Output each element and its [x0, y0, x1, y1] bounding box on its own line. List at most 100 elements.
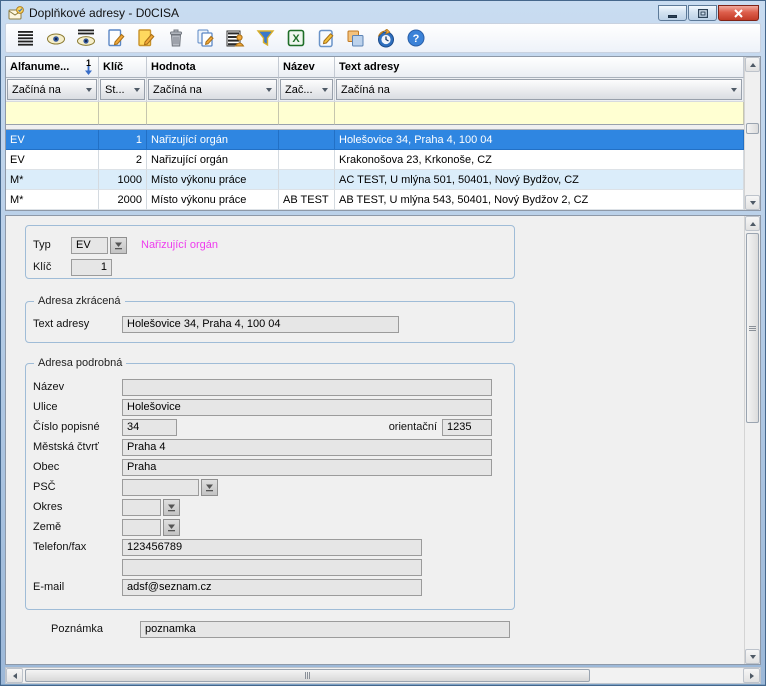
- detail-form: Typ EV Nařizující orgán Klíč 1 Adresa zk…: [6, 216, 744, 664]
- filter-entry-cell[interactable]: [6, 102, 99, 125]
- horizontal-scroll-thumb[interactable]: [25, 669, 590, 682]
- typ-field[interactable]: EV: [71, 237, 108, 254]
- close-button[interactable]: [718, 5, 759, 21]
- menu-button[interactable]: [15, 27, 36, 49]
- filter-button[interactable]: [255, 27, 276, 49]
- titlebar: Doplňkové adresy - D0CISA: [5, 1, 761, 23]
- delete-record-button[interactable]: [165, 27, 186, 49]
- column-header-alfanume[interactable]: Alfanume... 1: [6, 57, 99, 78]
- zeme-field[interactable]: [122, 519, 161, 536]
- cislo-popisne-field[interactable]: 34: [122, 419, 177, 436]
- filter-entry-cell[interactable]: [147, 102, 279, 125]
- detail-vertical-scrollbar[interactable]: [744, 216, 760, 664]
- window: Doplňkové adresy - D0CISA X ? Alfanume..…: [0, 0, 766, 686]
- preview-columns-button[interactable]: [75, 27, 96, 49]
- copy-record-button[interactable]: [195, 27, 216, 49]
- scrollbar-grip: [747, 234, 758, 422]
- column-header-klic[interactable]: Klíč: [99, 57, 147, 78]
- mestska-ctvrt-field[interactable]: Praha 4: [122, 439, 492, 456]
- edit-note-icon: [317, 29, 335, 48]
- poznamka-label: Poznámka: [51, 623, 140, 635]
- short-address-group: Adresa zkrácená Text adresy Holešovice 3…: [25, 301, 515, 343]
- filter-dropdown-alfanume[interactable]: Začíná na: [7, 79, 97, 100]
- filter-label: Začíná na: [341, 84, 390, 96]
- left-arrow-icon: [13, 673, 17, 679]
- klic-field[interactable]: 1: [71, 259, 112, 276]
- email-field[interactable]: adsf@seznam.cz: [122, 579, 422, 596]
- typ-dropdown-button[interactable]: [110, 237, 127, 254]
- horizontal-scrollbar[interactable]: [5, 667, 761, 684]
- table-row[interactable]: EV 1 Nařizující orgán Holešovice 34, Pra…: [6, 130, 744, 150]
- column-header-text-adresy[interactable]: Text adresy: [335, 57, 744, 78]
- filter-entry-cell[interactable]: [335, 102, 744, 125]
- preview-icon: [46, 29, 66, 47]
- detail-scroll-down-button[interactable]: [745, 649, 760, 664]
- down-arrow-icon: [750, 201, 756, 205]
- preview-button[interactable]: [45, 27, 66, 49]
- filter-dropdown-klic[interactable]: St...: [100, 79, 145, 100]
- okres-field[interactable]: [122, 499, 161, 516]
- psc-field[interactable]: [122, 479, 199, 496]
- grid-filter-entry-row: [6, 102, 744, 125]
- close-icon: [734, 9, 743, 18]
- psc-label: PSČ: [33, 481, 122, 493]
- filter-cell: Začíná na: [147, 78, 279, 102]
- user-filter-button[interactable]: [225, 27, 246, 49]
- dropdown-arrow-icon: [114, 241, 123, 250]
- ulice-field[interactable]: Holešovice: [122, 399, 492, 416]
- grid-scroll-down-button[interactable]: [745, 195, 760, 210]
- type-group: Typ EV Nařizující orgán Klíč 1: [25, 225, 515, 279]
- table-row[interactable]: M* 1000 Místo výkonu práce AC TEST, U ml…: [6, 170, 744, 190]
- grid-header-row: Alfanume... 1 Klíč Hodnota Název Text ad…: [6, 57, 744, 78]
- okres-label: Okres: [33, 501, 122, 513]
- detail-scroll-up-button[interactable]: [745, 216, 760, 231]
- edit-record-button[interactable]: [135, 27, 156, 49]
- filter-entry-cell[interactable]: [99, 102, 147, 125]
- chevron-down-icon: [134, 88, 140, 92]
- column-header-hodnota[interactable]: Hodnota: [147, 57, 279, 78]
- filter-cell: St...: [99, 78, 147, 102]
- window-controls: [658, 3, 759, 21]
- cislo-popisne-label: Číslo popisné: [33, 421, 122, 433]
- layout-copy-icon: [346, 29, 365, 48]
- minimize-button[interactable]: [658, 5, 687, 21]
- toolbar: X ?: [5, 23, 761, 53]
- okres-dropdown-button[interactable]: [163, 499, 180, 516]
- grid-vertical-scrollbar[interactable]: [744, 57, 760, 210]
- column-header-nazev[interactable]: Název: [279, 57, 335, 78]
- help-button[interactable]: ?: [405, 27, 426, 49]
- orientacni-label: orientační: [389, 421, 437, 433]
- telefon-field[interactable]: 123456789: [122, 539, 422, 556]
- orientacni-field[interactable]: 1235: [442, 419, 492, 436]
- grid-scroll-thumb[interactable]: [746, 123, 759, 134]
- zeme-dropdown-button[interactable]: [163, 519, 180, 536]
- filter-dropdown-hodnota[interactable]: Začíná na: [148, 79, 277, 100]
- detail-scroll-thumb[interactable]: [746, 233, 759, 423]
- poznamka-field[interactable]: poznamka: [140, 621, 510, 638]
- fax-field[interactable]: [122, 559, 422, 576]
- filter-dropdown-text-adresy[interactable]: Začíná na: [336, 79, 742, 100]
- text-adresy-field[interactable]: Holešovice 34, Praha 4, 100 04: [122, 316, 399, 333]
- table-row[interactable]: M* 2000 Místo výkonu práce AB TEST AB TE…: [6, 190, 744, 210]
- history-button[interactable]: [375, 27, 396, 49]
- obec-field[interactable]: Praha: [122, 459, 492, 476]
- telefon-label: Telefon/fax: [33, 541, 122, 553]
- filter-dropdown-nazev[interactable]: Zač...: [280, 79, 333, 100]
- edit-note-button[interactable]: [315, 27, 336, 49]
- scroll-right-button[interactable]: [743, 668, 760, 683]
- excel-export-button[interactable]: X: [285, 27, 306, 49]
- preview-columns-icon: [76, 29, 96, 47]
- window-title: Doplňkové adresy - D0CISA: [29, 6, 179, 20]
- psc-dropdown-button[interactable]: [201, 479, 218, 496]
- grid-scroll-up-button[interactable]: [745, 57, 760, 72]
- scroll-left-button[interactable]: [6, 668, 23, 683]
- chevron-down-icon: [322, 88, 328, 92]
- table-row[interactable]: EV 2 Nařizující orgán Krakonošova 23, Kr…: [6, 150, 744, 170]
- restore-button[interactable]: [688, 5, 717, 21]
- filter-entry-cell[interactable]: [279, 102, 335, 125]
- obec-label: Obec: [33, 461, 122, 473]
- nazev-field[interactable]: [122, 379, 492, 396]
- layout-copy-button[interactable]: [345, 27, 366, 49]
- menu-icon: [17, 29, 35, 47]
- new-record-button[interactable]: [105, 27, 126, 49]
